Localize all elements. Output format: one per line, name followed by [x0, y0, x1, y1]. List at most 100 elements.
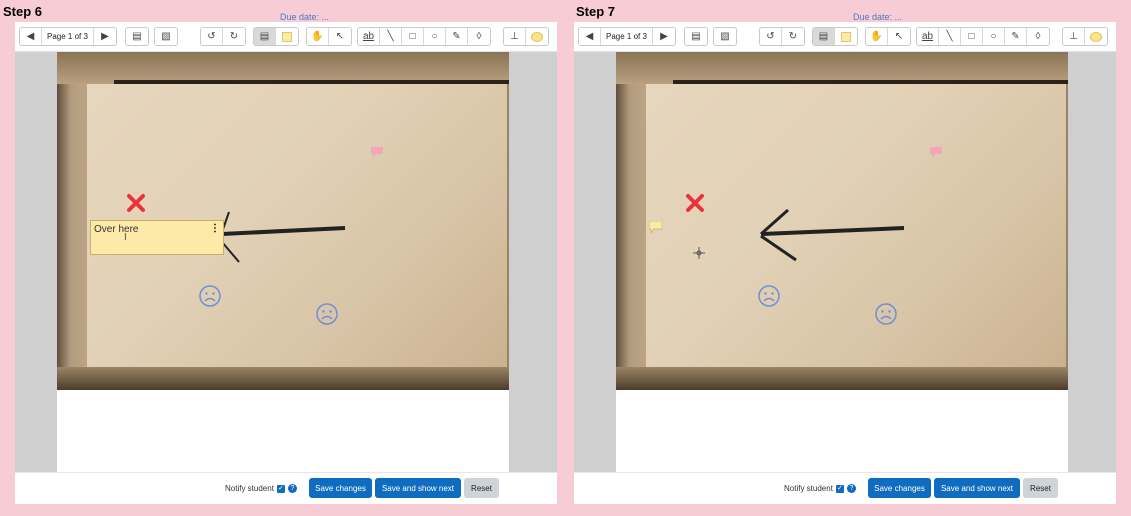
- next-page-icon[interactable]: ▶: [94, 28, 116, 45]
- annotation-editor: ◀ Page 1 of 3 ▶ ▤ ▧ ↺ ↻ ▤ ✋ ↖ ab ╲ □ ○ ✎…: [15, 22, 557, 504]
- due-date-caption: Due date: ...: [280, 13, 330, 21]
- sad-face-stamp-icon[interactable]: [316, 303, 338, 330]
- expand-comments-group: ▧: [713, 27, 737, 46]
- reset-button[interactable]: Reset: [464, 478, 499, 498]
- eraser-color-icon[interactable]: ◊: [1027, 28, 1049, 45]
- page-select[interactable]: Page 1 of 3: [42, 28, 94, 45]
- pan-tool-icon[interactable]: ✋: [307, 28, 329, 45]
- oval-tool-icon[interactable]: ○: [424, 28, 446, 45]
- page-select[interactable]: Page 1 of 3: [601, 28, 653, 45]
- highlight-tool-icon[interactable]: ab: [358, 28, 380, 45]
- save-and-show-next-button[interactable]: Save and show next: [934, 478, 1020, 498]
- prev-page-icon[interactable]: ◀: [579, 28, 601, 45]
- move-cursor-icon: [693, 246, 705, 264]
- reset-button[interactable]: Reset: [1023, 478, 1058, 498]
- annotation-editor: ◀ Page 1 of 3 ▶ ▤ ▧ ↺ ↻ ▤ ✋ ↖ ab ╲ □ ○ ✎…: [574, 22, 1116, 504]
- drawing-tools: ab ╲ □ ○ ✎ ◊: [357, 27, 491, 46]
- pointer-group: ✋ ↖: [306, 27, 352, 46]
- stamp-tool-icon[interactable]: ⊥: [1063, 28, 1085, 45]
- highlight-tool-icon[interactable]: ab: [917, 28, 939, 45]
- pointer-group: ✋ ↖: [865, 27, 911, 46]
- arrow-drawing: [760, 208, 905, 262]
- line-tool-icon[interactable]: ╲: [380, 28, 402, 45]
- expand-comments-group: ▧: [154, 27, 178, 46]
- stamp-group: ⊥: [1062, 27, 1108, 46]
- expand-comments-icon[interactable]: ▧: [714, 28, 736, 45]
- grading-footer: Notify student ✓ ? Save changes Save and…: [574, 472, 1116, 504]
- due-date-caption: Due date: ...: [853, 13, 903, 21]
- comment-menu-icon[interactable]: ⋮: [210, 223, 220, 234]
- page-navigation: ◀ Page 1 of 3 ▶: [19, 27, 117, 46]
- page-navigation: ◀ Page 1 of 3 ▶: [578, 27, 676, 46]
- notify-checkbox[interactable]: ✓: [276, 484, 285, 493]
- pan-tool-icon[interactable]: ✋: [866, 28, 888, 45]
- comment-tool-icon[interactable]: ▤: [254, 28, 276, 45]
- notify-student[interactable]: Notify student ✓ ?: [784, 484, 856, 493]
- pdf-page[interactable]: [616, 52, 1068, 472]
- notify-student[interactable]: Notify student ✓ ?: [225, 484, 297, 493]
- comment-color-icon[interactable]: [276, 28, 298, 45]
- next-page-icon[interactable]: ▶: [653, 28, 675, 45]
- sad-face-stamp-icon[interactable]: [199, 285, 221, 312]
- rotate-left-icon[interactable]: ↺: [760, 28, 782, 45]
- search-comments-icon[interactable]: ▤: [126, 28, 148, 45]
- search-comments-group: ▤: [125, 27, 149, 46]
- pdf-page[interactable]: Over here ⋮ I: [57, 52, 509, 472]
- annotation-toolbar: ◀ Page 1 of 3 ▶ ▤ ▧ ↺ ↻ ▤ ✋ ↖ ab ╲ □ ○ ✎…: [15, 22, 557, 52]
- comment-marker-icon[interactable]: [648, 220, 663, 238]
- prev-page-icon[interactable]: ◀: [20, 28, 42, 45]
- submission-photo: [616, 52, 1068, 390]
- annotation-toolbar: ◀ Page 1 of 3 ▶ ▤ ▧ ↺ ↻ ▤ ✋ ↖ ab ╲ □ ○ ✎…: [574, 22, 1116, 52]
- step-title: Step 7: [576, 4, 616, 19]
- cross-stamp-icon[interactable]: [126, 193, 146, 218]
- oval-tool-icon[interactable]: ○: [983, 28, 1005, 45]
- stamp-tool-icon[interactable]: ⊥: [504, 28, 526, 45]
- search-comments-group: ▤: [684, 27, 708, 46]
- grading-footer: Notify student ✓ ? Save changes Save and…: [15, 472, 557, 504]
- rotate-right-icon[interactable]: ↻: [223, 28, 245, 45]
- notify-checkbox[interactable]: ✓: [835, 484, 844, 493]
- select-tool-icon[interactable]: ↖: [888, 28, 910, 45]
- step-6-panel: Step 6 Due date: ... ◀ Page 1 of 3 ▶ ▤ ▧…: [0, 0, 558, 516]
- stamp-picker-icon[interactable]: [526, 28, 548, 45]
- sad-face-stamp-icon[interactable]: [758, 285, 780, 312]
- drawing-tools: ab ╲ □ ○ ✎ ◊: [916, 27, 1050, 46]
- comment-group: ▤: [812, 27, 858, 46]
- notify-label: Notify student: [225, 484, 274, 493]
- save-changes-button[interactable]: Save changes: [309, 478, 372, 498]
- stamp-picker-icon[interactable]: [1085, 28, 1107, 45]
- comment-group: ▤: [253, 27, 299, 46]
- select-tool-icon[interactable]: ↖: [329, 28, 351, 45]
- comment-marker-icon[interactable]: [371, 145, 383, 163]
- search-comments-icon[interactable]: ▤: [685, 28, 707, 45]
- rotate-group: ↺ ↻: [759, 27, 805, 46]
- pen-tool-icon[interactable]: ✎: [446, 28, 468, 45]
- comment-color-icon[interactable]: [835, 28, 857, 45]
- sad-face-stamp-icon[interactable]: [875, 303, 897, 330]
- document-canvas[interactable]: Over here ⋮ I: [15, 52, 557, 472]
- rectangle-tool-icon[interactable]: □: [961, 28, 983, 45]
- rotate-right-icon[interactable]: ↻: [782, 28, 804, 45]
- document-canvas[interactable]: [574, 52, 1116, 472]
- comment-marker-icon[interactable]: [930, 145, 942, 163]
- cross-stamp-icon[interactable]: [685, 193, 705, 218]
- save-and-show-next-button[interactable]: Save and show next: [375, 478, 461, 498]
- comment-tool-icon[interactable]: ▤: [813, 28, 835, 45]
- line-tool-icon[interactable]: ╲: [939, 28, 961, 45]
- rectangle-tool-icon[interactable]: □: [402, 28, 424, 45]
- expand-comments-icon[interactable]: ▧: [155, 28, 177, 45]
- rotate-left-icon[interactable]: ↺: [201, 28, 223, 45]
- notify-label: Notify student: [784, 484, 833, 493]
- text-cursor-icon: I: [124, 232, 127, 243]
- save-changes-button[interactable]: Save changes: [868, 478, 931, 498]
- eraser-color-icon[interactable]: ◊: [468, 28, 490, 45]
- sticky-comment[interactable]: Over here ⋮ I: [90, 220, 224, 255]
- pen-tool-icon[interactable]: ✎: [1005, 28, 1027, 45]
- stamp-group: ⊥: [503, 27, 549, 46]
- step-7-panel: Step 7 Due date: ... ◀ Page 1 of 3 ▶ ▤ ▧…: [573, 0, 1131, 516]
- step-title: Step 6: [3, 4, 43, 19]
- help-icon[interactable]: ?: [287, 484, 297, 493]
- help-icon[interactable]: ?: [846, 484, 856, 493]
- rotate-group: ↺ ↻: [200, 27, 246, 46]
- sticky-comment-text[interactable]: Over here: [94, 224, 138, 235]
